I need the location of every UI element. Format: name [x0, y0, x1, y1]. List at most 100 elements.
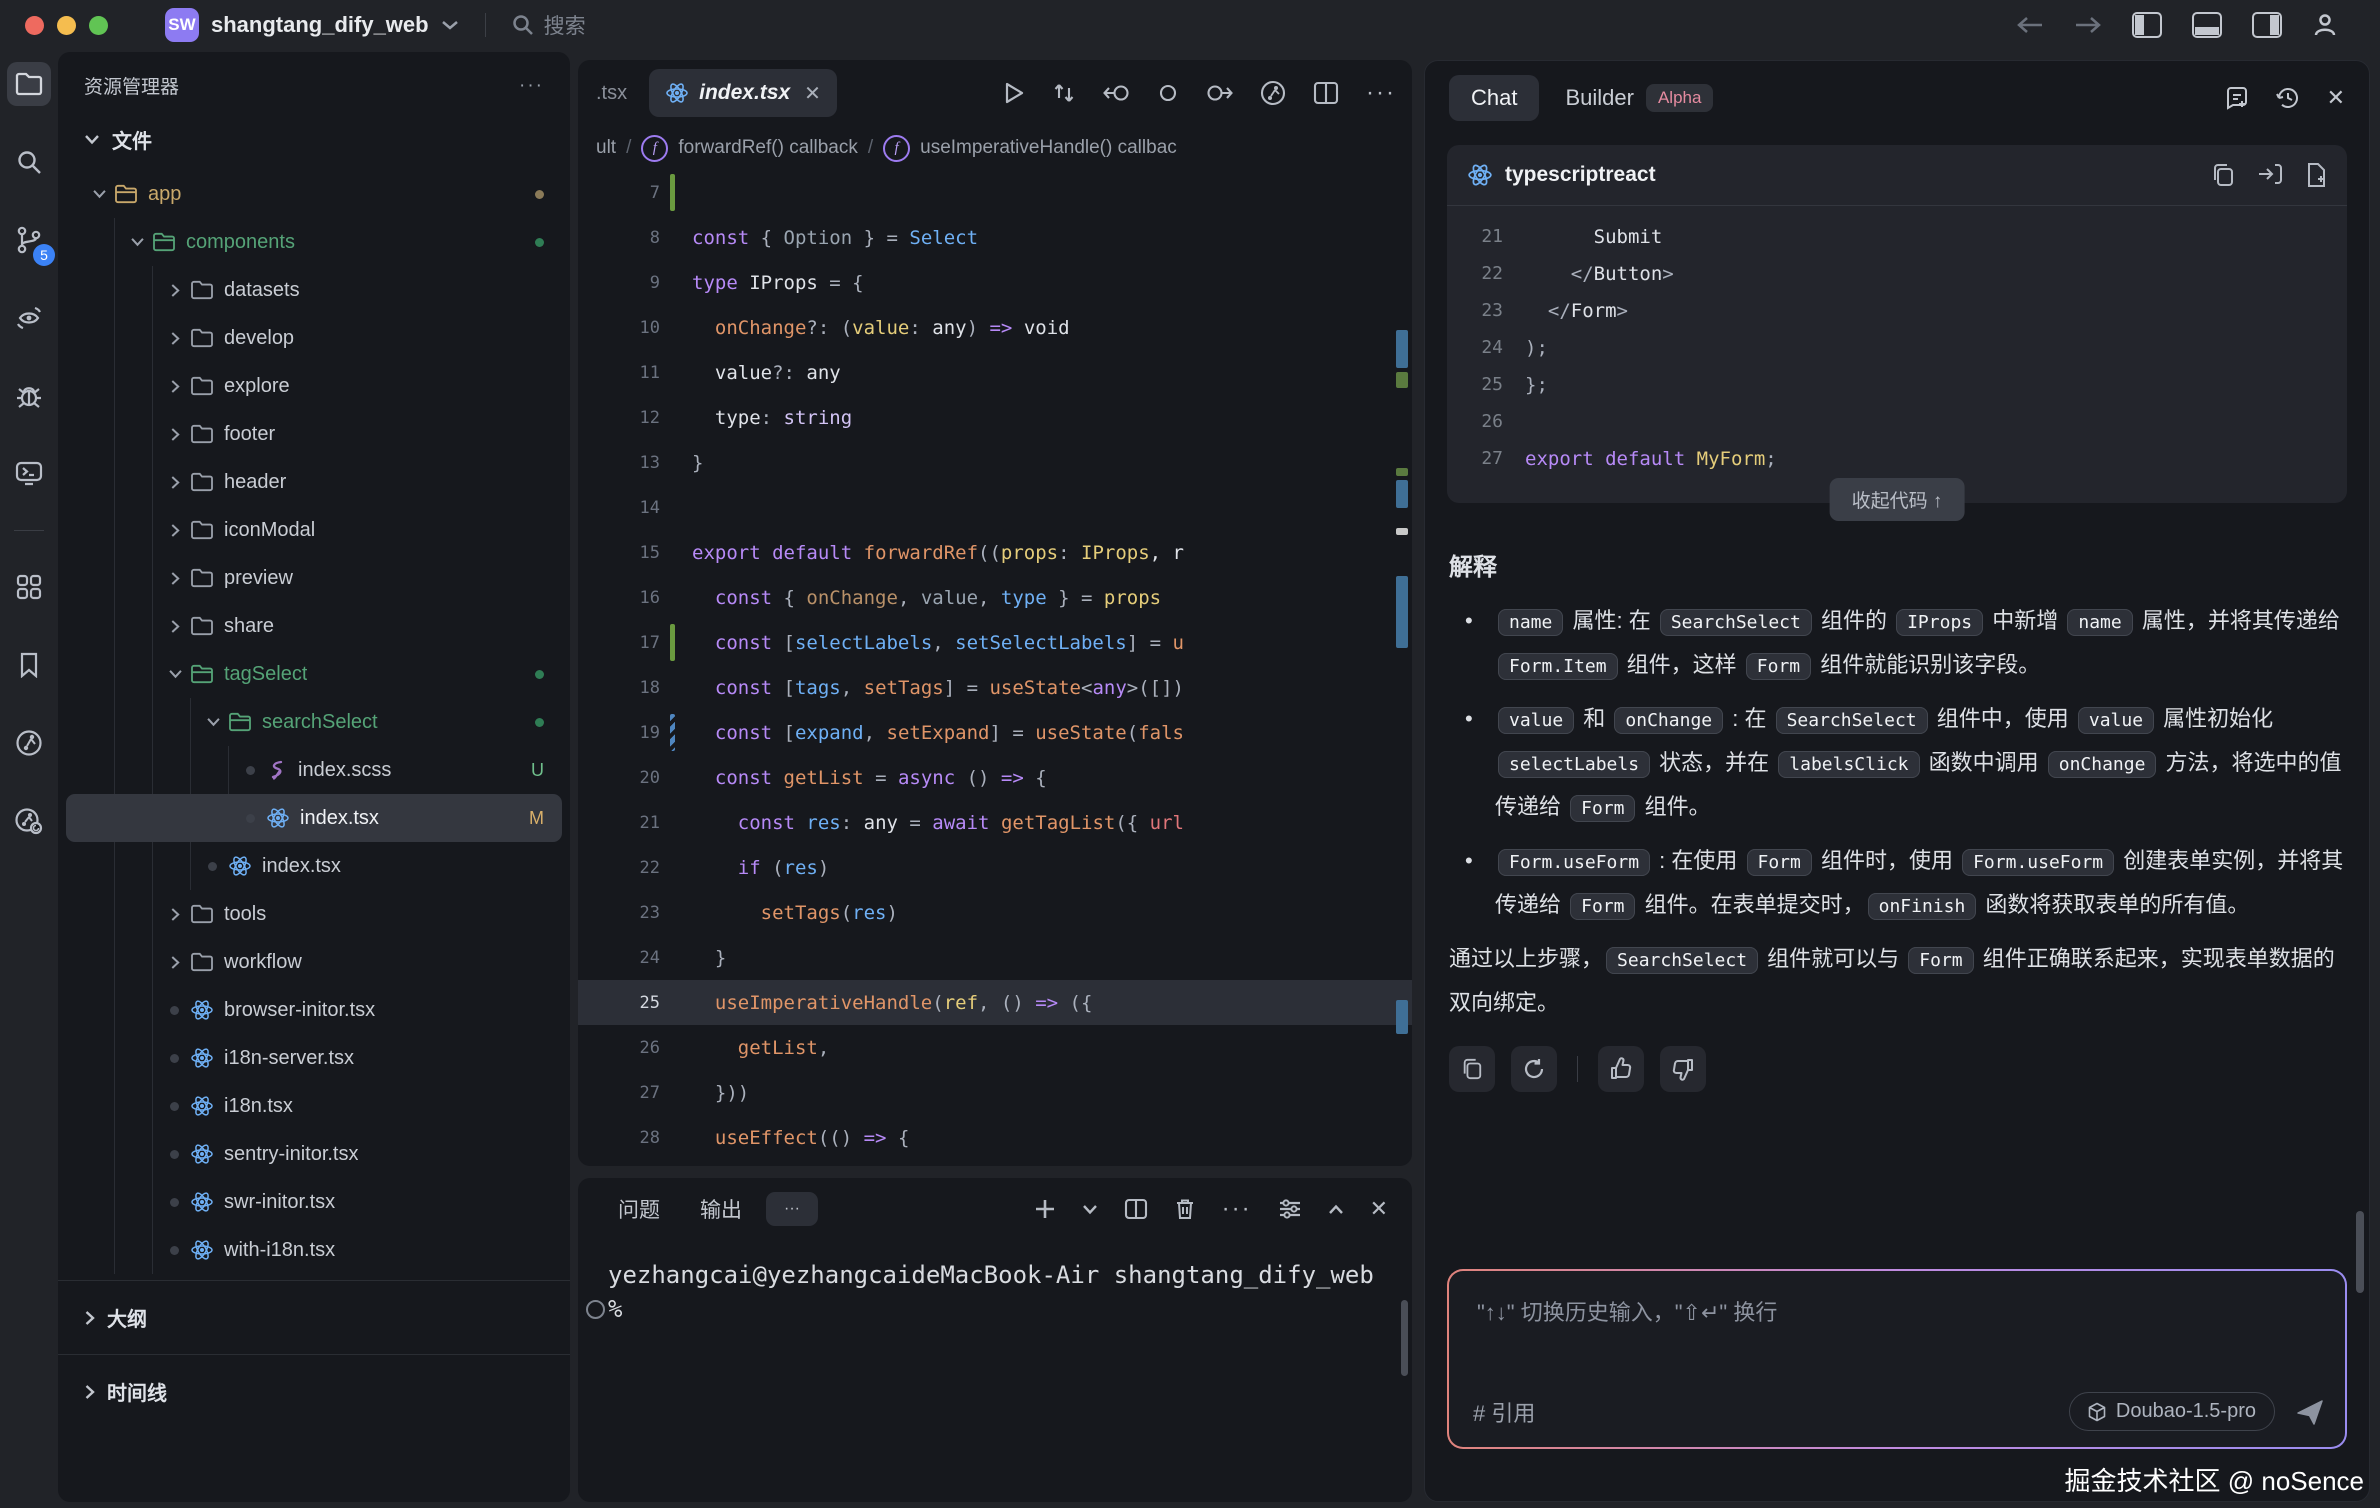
- toggle-left-panel-icon[interactable]: [2132, 12, 2162, 38]
- run-marker-icon[interactable]: [1156, 82, 1180, 104]
- chat-scrollbar[interactable]: [2356, 1211, 2364, 1293]
- split-editor-icon[interactable]: [1313, 81, 1339, 105]
- tab-builder[interactable]: Builder Alpha: [1565, 84, 1713, 112]
- tree-item-footer[interactable]: footer: [66, 410, 562, 458]
- toggle-bottom-panel-icon[interactable]: [2192, 12, 2222, 38]
- breadcrumb-item[interactable]: ult: [596, 137, 616, 159]
- step-over-icon[interactable]: [1207, 82, 1233, 104]
- copy-code-icon[interactable]: [2211, 162, 2235, 188]
- model-selector[interactable]: Doubao-1.5-pro: [2069, 1392, 2275, 1431]
- compare-changes-icon[interactable]: [1052, 81, 1076, 105]
- collapse-code-button[interactable]: 收起代码 ↑: [1830, 478, 1965, 521]
- tree-item-preview[interactable]: preview: [66, 554, 562, 602]
- inline-code-chip: SearchSelect: [1606, 947, 1758, 974]
- run-icon[interactable]: [1003, 81, 1025, 105]
- git-graph-activity-icon[interactable]: [7, 721, 51, 765]
- send-icon[interactable]: [2295, 1397, 2325, 1427]
- partial-tab[interactable]: .tsx: [596, 82, 627, 105]
- tree-item-swr-initor.tsx[interactable]: swr-initor.tsx: [66, 1178, 562, 1226]
- debug-activity-icon[interactable]: [7, 374, 51, 418]
- panel-more-tabs-icon[interactable]: ···: [766, 1192, 818, 1226]
- explorer-activity-icon[interactable]: [7, 62, 51, 106]
- text-run: 组件。: [1638, 794, 1710, 819]
- tree-item-develop[interactable]: develop: [66, 314, 562, 362]
- tree-item-header[interactable]: header: [66, 458, 562, 506]
- explorer-menu-icon[interactable]: ···: [519, 75, 544, 97]
- code-line-9: 9type IProps = {: [578, 260, 1412, 305]
- back-icon[interactable]: [2016, 15, 2044, 35]
- breadcrumb[interactable]: ult/fforwardRef() callback/fuseImperativ…: [578, 126, 1412, 170]
- breadcrumb-item[interactable]: useImperativeHandle() callbac: [920, 137, 1177, 159]
- project-name[interactable]: shangtang_dify_web: [211, 12, 429, 38]
- chevron-down-icon[interactable]: [441, 19, 459, 31]
- insert-code-icon[interactable]: [2257, 162, 2283, 186]
- chat-input-box[interactable]: "↑↓" 切换历史输入，"⇧↵" 换行 # 引用 Doubao-1.5-pro: [1447, 1269, 2347, 1449]
- editor-more-icon[interactable]: ···: [1366, 79, 1396, 107]
- step-back-icon[interactable]: [1103, 82, 1129, 104]
- thumbs-up-button[interactable]: [1598, 1046, 1644, 1092]
- tree-item-index.tsx[interactable]: index.tsxM: [66, 794, 562, 842]
- new-terminal-icon[interactable]: [1034, 1198, 1056, 1220]
- git-lens-activity-icon[interactable]: [7, 799, 51, 843]
- maximize-panel-icon[interactable]: [1328, 1204, 1344, 1215]
- kill-terminal-icon[interactable]: [1174, 1197, 1196, 1221]
- outline-section-header[interactable]: 大纲: [58, 1287, 570, 1348]
- tree-item-app[interactable]: app: [66, 170, 562, 218]
- terminal-scrollbar[interactable]: [1401, 1300, 1408, 1376]
- tab-index-tsx[interactable]: index.tsx ✕: [649, 69, 837, 117]
- bookmarks-activity-icon[interactable]: [7, 643, 51, 687]
- tab-chat[interactable]: Chat: [1449, 75, 1539, 121]
- regenerate-button[interactable]: [1511, 1046, 1557, 1092]
- terminal-content[interactable]: yezhangcai@yezhangcaideMacBook-Air shang…: [578, 1240, 1412, 1344]
- close-panel-icon[interactable]: ✕: [1370, 1196, 1388, 1222]
- forward-icon[interactable]: [2074, 15, 2102, 35]
- tree-item-index.scss[interactable]: index.scssU: [66, 746, 562, 794]
- split-terminal-icon[interactable]: [1124, 1198, 1148, 1220]
- terminal-more-icon[interactable]: ···: [1222, 1195, 1252, 1223]
- account-icon[interactable]: [2312, 12, 2338, 38]
- run-git-icon[interactable]: [1260, 80, 1286, 106]
- search-activity-icon[interactable]: [7, 140, 51, 184]
- tree-item-workflow[interactable]: workflow: [66, 938, 562, 986]
- new-chat-icon[interactable]: [2223, 85, 2249, 111]
- folder-status-dot: [535, 718, 544, 727]
- tree-item-tools[interactable]: tools: [66, 890, 562, 938]
- code-area[interactable]: 78const { Option } = Select9type IProps …: [578, 170, 1412, 1166]
- tree-item-browser-initor.tsx[interactable]: browser-initor.tsx: [66, 986, 562, 1034]
- timeline-section-header[interactable]: 时间线: [58, 1361, 570, 1422]
- close-chat-icon[interactable]: ✕: [2327, 85, 2345, 111]
- tree-item-with-i18n.tsx[interactable]: with-i18n.tsx: [66, 1226, 562, 1274]
- history-icon[interactable]: [2275, 85, 2301, 111]
- minimize-traffic-light[interactable]: [57, 16, 76, 35]
- tree-item-components[interactable]: components: [66, 218, 562, 266]
- tree-item-searchSelect[interactable]: searchSelect: [66, 698, 562, 746]
- tree-item-share[interactable]: share: [66, 602, 562, 650]
- filter-icon[interactable]: [1278, 1198, 1302, 1220]
- tab-problems[interactable]: 问题: [602, 1186, 676, 1232]
- tree-item-i18n-server.tsx[interactable]: i18n-server.tsx: [66, 1034, 562, 1082]
- source-control-activity-icon[interactable]: 5: [7, 218, 51, 262]
- tree-item-sentry-initor.tsx[interactable]: sentry-initor.tsx: [66, 1130, 562, 1178]
- tree-item-i18n.tsx[interactable]: i18n.tsx: [66, 1082, 562, 1130]
- maximize-traffic-light[interactable]: [89, 16, 108, 35]
- tree-item-explore[interactable]: explore: [66, 362, 562, 410]
- tree-item-iconModal[interactable]: iconModal: [66, 506, 562, 554]
- tab-output[interactable]: 输出: [684, 1186, 758, 1232]
- close-tab-icon[interactable]: ✕: [804, 81, 821, 106]
- copy-message-button[interactable]: [1449, 1046, 1495, 1092]
- extensions-activity-icon[interactable]: [7, 565, 51, 609]
- new-file-from-code-icon[interactable]: [2305, 162, 2327, 188]
- tree-item-index.tsx[interactable]: index.tsx: [66, 842, 562, 890]
- global-search[interactable]: 搜索: [512, 10, 586, 40]
- reference-button[interactable]: # 引用: [1473, 1396, 1535, 1428]
- review-activity-icon[interactable]: [7, 296, 51, 340]
- thumbs-down-button[interactable]: [1660, 1046, 1706, 1092]
- terminal-activity-icon[interactable]: [7, 452, 51, 496]
- tree-item-datasets[interactable]: datasets: [66, 266, 562, 314]
- files-section-header[interactable]: 文件: [58, 109, 570, 170]
- breadcrumb-item[interactable]: forwardRef() callback: [678, 137, 858, 159]
- terminal-dropdown-icon[interactable]: [1082, 1204, 1098, 1215]
- toggle-right-panel-icon[interactable]: [2252, 12, 2282, 38]
- close-traffic-light[interactable]: [25, 16, 44, 35]
- tree-item-tagSelect[interactable]: tagSelect: [66, 650, 562, 698]
